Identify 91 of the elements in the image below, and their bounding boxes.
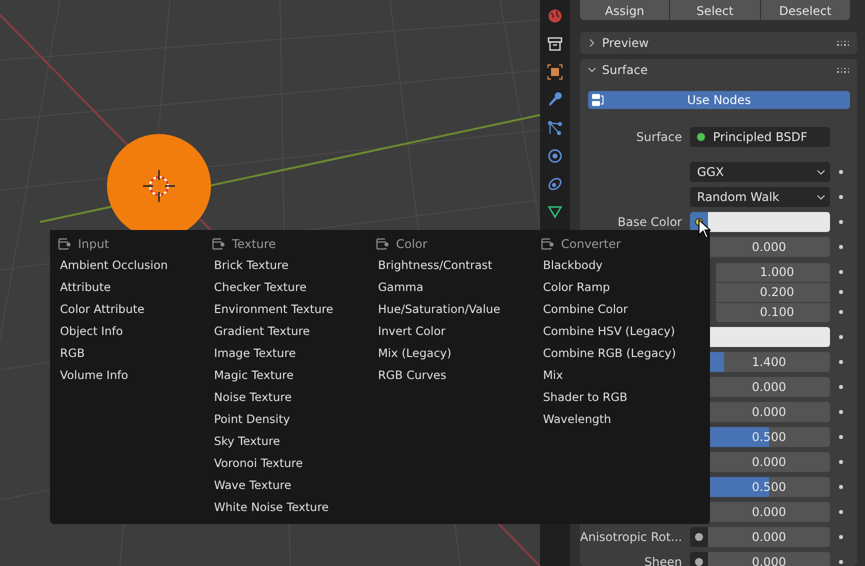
slider-value: 1.400 — [752, 354, 786, 371]
mouse-cursor-icon — [698, 219, 712, 239]
menu-item[interactable]: Object Info — [60, 323, 123, 341]
panel-title[interactable]: Surface — [602, 61, 831, 79]
menu-item[interactable]: Attribute — [60, 279, 111, 297]
property-label: Sheen — [643, 554, 682, 566]
property-label: Surface — [635, 129, 682, 146]
menu-item[interactable]: Noise Texture — [214, 389, 292, 407]
mesh-button[interactable]: Deselect — [760, 0, 850, 20]
menu-item[interactable]: RGB — [60, 345, 85, 363]
menu-item[interactable]: Hue/Saturation/Value — [378, 301, 500, 319]
shader-socket-icon — [697, 133, 705, 141]
chevron-icon[interactable] — [588, 39, 596, 47]
color-swatch[interactable] — [708, 212, 830, 232]
menu-item[interactable]: Magic Texture — [214, 367, 294, 385]
menu-item[interactable]: Voronoi Texture — [214, 455, 303, 473]
menu-item[interactable]: Ambient Occlusion — [60, 257, 168, 275]
number-field[interactable]: 0.000 — [708, 552, 830, 566]
property-label: Anisotropic Rot... — [580, 529, 682, 546]
vertices-icon[interactable] — [547, 120, 563, 136]
menu-item[interactable]: Environment Texture — [214, 301, 334, 319]
number-field[interactable]: 1.000 — [716, 262, 830, 282]
panel-title[interactable]: Preview — [602, 34, 831, 52]
menu-category-title: Converter — [561, 236, 621, 253]
triangle-mesh-icon[interactable] — [547, 204, 563, 220]
menu-item[interactable]: Color Ramp — [543, 279, 610, 297]
shader-selector[interactable]: Principled BSDF — [690, 127, 830, 147]
menu-item[interactable]: Sky Texture — [214, 433, 280, 451]
menu-item[interactable]: Blackbody — [543, 257, 603, 275]
slider-value: 0.500 — [752, 429, 786, 446]
node-tree-icon — [591, 93, 605, 107]
slider-field[interactable]: 0.500 — [708, 477, 830, 497]
caret-icon — [817, 170, 825, 174]
constraint-icon[interactable] — [547, 176, 563, 192]
menu-item[interactable]: Gradient Texture — [214, 323, 310, 341]
panel-header[interactable]: Preview — [580, 32, 857, 54]
node-icon — [212, 238, 225, 250]
menu-item[interactable]: Gamma — [378, 279, 424, 297]
menu-item[interactable]: Wavelength — [543, 411, 612, 429]
menu-item[interactable]: Combine HSV (Legacy) — [543, 323, 675, 341]
shader-name: Principled BSDF — [713, 129, 808, 146]
menu-item[interactable]: Mix — [543, 367, 563, 385]
number-field[interactable]: 0.100 — [716, 302, 830, 322]
orbit-icon[interactable] — [547, 148, 563, 164]
number-field[interactable]: 0.000 — [708, 237, 830, 257]
socket-button[interactable] — [690, 527, 708, 547]
number-field[interactable]: 0.000 — [708, 452, 830, 472]
3d-cursor-icon — [142, 169, 176, 203]
dropdown-field[interactable]: Random Walk — [690, 187, 830, 207]
number-field[interactable]: 0.000 — [708, 377, 830, 397]
mesh-button[interactable]: Assign — [580, 0, 670, 20]
number-field[interactable]: 0.000 — [708, 527, 830, 547]
slider-value: 0.500 — [752, 479, 786, 496]
dropdown-field[interactable]: GGX — [690, 162, 830, 182]
socket-button[interactable] — [690, 552, 708, 566]
menu-item[interactable]: Combine Color — [543, 301, 628, 319]
number-field[interactable]: 0.200 — [716, 282, 830, 302]
slider-field[interactable]: 1.400 — [708, 352, 830, 372]
menu-item[interactable]: Checker Texture — [214, 279, 307, 297]
caret-icon — [817, 194, 825, 200]
menu-item[interactable]: Volume Info — [60, 367, 128, 385]
menu-item[interactable]: Image Texture — [214, 345, 296, 363]
menu-item[interactable]: Shader to RGB — [543, 389, 628, 407]
number-field[interactable]: 0.000 — [708, 402, 830, 422]
node-icon — [376, 238, 389, 250]
menu-category-title: Input — [78, 236, 110, 253]
node-icon — [541, 238, 554, 250]
menu-item[interactable]: Brick Texture — [214, 257, 289, 275]
menu-item[interactable]: Mix (Legacy) — [378, 345, 452, 363]
menu-item[interactable]: Invert Color — [378, 323, 446, 341]
node-icon — [58, 238, 71, 250]
menu-category-title: Texture — [232, 236, 276, 253]
menu-item[interactable]: Point Density — [214, 411, 290, 429]
color-swatch[interactable] — [708, 327, 830, 347]
object-square-icon[interactable] — [547, 64, 563, 80]
menu-item[interactable]: White Noise Texture — [214, 499, 329, 517]
number-field[interactable]: 0.000 — [708, 502, 830, 522]
use-nodes-button[interactable]: Use Nodes — [588, 91, 850, 109]
menu-item[interactable]: Brightness/Contrast — [378, 257, 492, 275]
property-label: Base Color — [616, 214, 682, 231]
slider-field[interactable]: 0.500 — [708, 427, 830, 447]
mesh-button[interactable]: Select — [670, 0, 760, 20]
wrench-icon[interactable] — [547, 92, 563, 108]
menu-item[interactable]: Color Attribute — [60, 301, 144, 319]
menu-category-title: Color — [396, 236, 428, 253]
chevron-icon[interactable] — [588, 66, 596, 74]
archive-box-icon[interactable] — [547, 36, 563, 52]
world-icon[interactable] — [547, 8, 563, 24]
menu-item[interactable]: RGB Curves — [378, 367, 446, 385]
menu-item[interactable]: Combine RGB (Legacy) — [543, 345, 676, 363]
menu-item[interactable]: Wave Texture — [214, 477, 292, 495]
